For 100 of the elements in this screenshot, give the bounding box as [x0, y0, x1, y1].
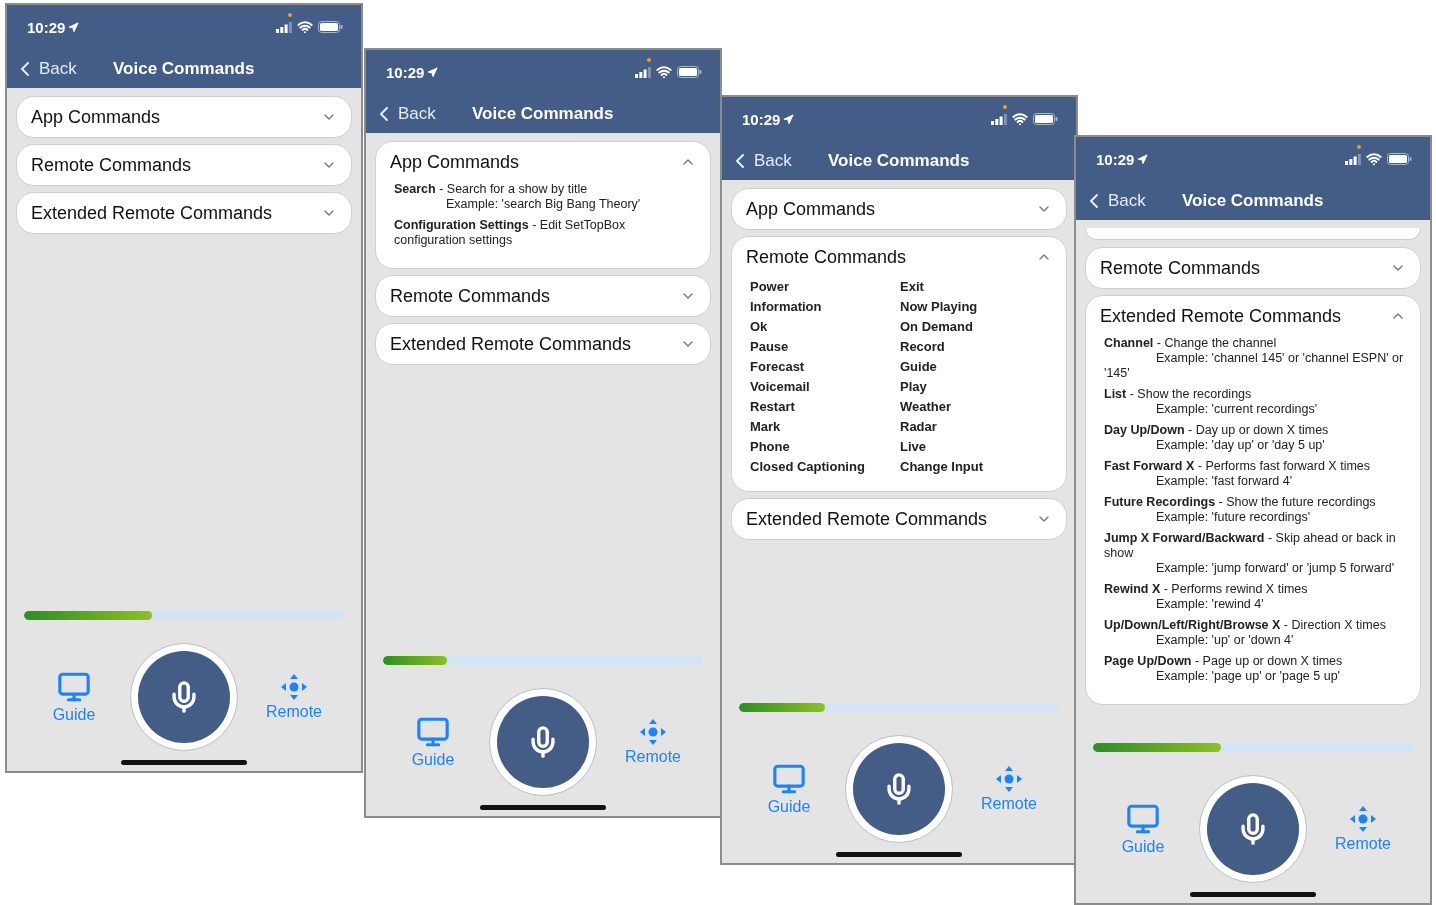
command-name: Record: [900, 338, 946, 356]
command-example: Example: 'current recordings': [1155, 402, 1319, 417]
section-header[interactable]: Remote Commands: [390, 276, 696, 316]
command-name: Information: [750, 298, 823, 316]
remote-tab[interactable]: Remote: [974, 765, 1044, 813]
battery-icon: [1033, 113, 1058, 125]
command-name: On Demand: [900, 318, 974, 336]
back-button[interactable]: Back: [372, 101, 472, 126]
command-example: Example: 'day up' or 'day 5 up': [1155, 438, 1326, 453]
direction-pad-icon: [280, 673, 308, 701]
direction-pad-icon: [995, 765, 1023, 793]
direction-pad-icon: [639, 718, 667, 746]
command-name: Now Playing: [900, 298, 979, 316]
command-name: Radar: [900, 418, 938, 436]
command-description: Rewind X - Performs rewind X times: [1104, 582, 1309, 597]
command-name: Guide: [900, 358, 938, 376]
section-header[interactable]: App Commands: [746, 189, 1052, 229]
indicator-dot: [288, 13, 292, 17]
indicator-dot: [647, 58, 651, 62]
monitor-icon: [1126, 802, 1160, 836]
signal-icon: [276, 21, 292, 33]
location-icon: [427, 66, 439, 78]
command-description: Future Recordings - Show the future recordings: [1104, 495, 1377, 510]
guide-tab[interactable]: Guide: [754, 762, 824, 816]
battery-icon: [318, 21, 343, 33]
command-example: Example: 'jump forward' or 'jump 5 forward': [1155, 561, 1396, 576]
section-header[interactable]: Extended Remote Commands: [31, 193, 337, 233]
monitor-icon: [416, 715, 450, 749]
signal-icon: [1345, 153, 1361, 165]
location-icon: [783, 113, 795, 125]
command-example: Example: 'fast forward 4': [1155, 474, 1294, 489]
section-header[interactable]: Extended Remote Commands: [746, 499, 1052, 539]
wifi-icon: [656, 64, 672, 80]
guide-tab[interactable]: Guide: [1108, 802, 1178, 856]
command-name: Live: [900, 438, 927, 456]
remote-tab[interactable]: Remote: [259, 673, 329, 721]
indicator-dot: [1003, 105, 1007, 109]
command-name: Voicemail: [750, 378, 811, 396]
command-description: Configuration Settings - Edit SetTopBox configuration settings: [394, 218, 627, 248]
command-name: Forecast: [750, 358, 806, 376]
guide-tab[interactable]: Guide: [39, 670, 109, 724]
command-description: Fast Forward X - Performs fast forward X times: [1104, 459, 1372, 474]
command-name: Pause: [750, 338, 790, 356]
screen-title: Voice Commands: [828, 150, 970, 171]
command-example: Example: 'rewind 4': [1155, 597, 1265, 612]
section-header[interactable]: App Commands: [390, 142, 696, 182]
command-example: Example: 'channel 145' or 'channel ESPN' or '145': [1104, 351, 1405, 381]
status-time: 10:29: [742, 110, 781, 128]
command-description: Up/Down/Left/Right/Browse X - Direction X times: [1104, 618, 1387, 633]
signal-icon: [635, 66, 651, 78]
direction-pad-icon: [1349, 805, 1377, 833]
command-name: Restart: [750, 398, 796, 416]
battery-icon: [1387, 153, 1412, 165]
section-header[interactable]: Remote Commands: [31, 145, 337, 185]
monitor-icon: [772, 762, 806, 796]
guide-tab[interactable]: Guide: [398, 715, 468, 769]
battery-icon: [677, 66, 702, 78]
indicator-dot: [1357, 145, 1361, 149]
signal-icon: [991, 113, 1007, 125]
command-example: Example: 'future recordings': [1155, 510, 1312, 525]
command-name: Play: [900, 378, 928, 396]
location-icon: [1137, 153, 1149, 165]
command-example: Example: 'page up' or 'page 5 up': [1155, 669, 1341, 684]
command-description: List - Show the recordings: [1104, 387, 1253, 402]
command-name: Phone: [750, 438, 791, 456]
wifi-icon: [297, 19, 313, 35]
command-description: Channel - Change the channel: [1104, 336, 1278, 351]
command-name: Closed Captioning: [750, 458, 866, 476]
status-time: 10:29: [386, 63, 425, 81]
command-name: Mark: [750, 418, 782, 436]
back-button[interactable]: Back: [13, 56, 113, 81]
status-time: 10:29: [27, 18, 66, 36]
command-example: Example: 'search Big Bang Theory': [445, 197, 642, 212]
command-description: Page Up/Down - Page up or down X times: [1104, 654, 1344, 669]
wifi-icon: [1366, 151, 1382, 167]
back-button[interactable]: Back: [728, 148, 828, 173]
location-icon: [68, 21, 80, 33]
remote-tab[interactable]: Remote: [1328, 805, 1398, 853]
section-header[interactable]: Remote Commands: [746, 237, 1052, 277]
command-name: Power: [750, 278, 790, 296]
command-description: Jump X Forward/Backward - Skip ahead or back in show: [1104, 531, 1397, 561]
section-header[interactable]: Extended Remote Commands: [1100, 296, 1406, 336]
command-name: Change Input: [900, 458, 985, 476]
command-name: Exit: [900, 278, 925, 296]
screen-title: Voice Commands: [472, 103, 614, 124]
back-button[interactable]: Back: [1082, 188, 1182, 213]
command-description: Day Up/Down - Day up or down X times: [1104, 423, 1330, 438]
screen-title: Voice Commands: [1182, 190, 1324, 211]
command-name: Ok: [750, 318, 769, 336]
command-description: Search - Search for a show by title: [394, 182, 589, 197]
section-header[interactable]: App Commands: [31, 97, 337, 137]
section-header[interactable]: Extended Remote Commands: [390, 324, 696, 364]
screen-title: Voice Commands: [113, 58, 255, 79]
command-example: Example: 'up' or 'down 4': [1155, 633, 1295, 648]
wifi-icon: [1012, 111, 1028, 127]
command-name: Weather: [900, 398, 953, 416]
status-time: 10:29: [1096, 150, 1135, 168]
monitor-icon: [57, 670, 91, 704]
remote-tab[interactable]: Remote: [618, 718, 688, 766]
section-header[interactable]: Remote Commands: [1100, 248, 1406, 288]
